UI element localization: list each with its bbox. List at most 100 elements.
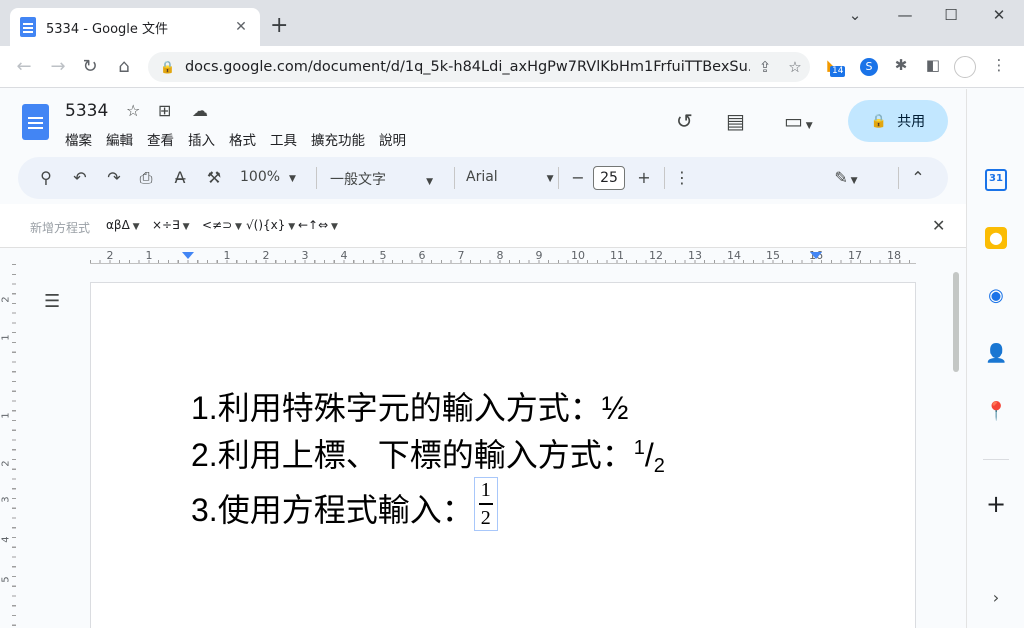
get-addons-plus-icon[interactable]: + bbox=[985, 492, 1007, 516]
arrows-menu[interactable]: ←↑⇔ ▼ bbox=[298, 218, 338, 232]
toolbar-divider bbox=[454, 167, 455, 189]
decrease-font-size-icon[interactable]: − bbox=[566, 167, 590, 189]
bookmark-star-icon[interactable]: ☆ bbox=[780, 58, 810, 76]
star-icon[interactable]: ☆ bbox=[126, 101, 140, 120]
hide-menus-chevron-icon[interactable]: ⌃ bbox=[906, 167, 930, 189]
new-tab-icon[interactable]: + bbox=[270, 14, 288, 38]
menu-extensions[interactable]: 擴充功能 bbox=[311, 129, 365, 149]
home-icon[interactable]: ⌂ bbox=[112, 55, 136, 79]
document-page[interactable]: 1.利用特殊字元的輸入方式：½ 2.利用上標、下標的輸入方式：1/2 3.使用方… bbox=[90, 282, 916, 628]
misc-operations-menu[interactable]: ×÷∃ ▼ bbox=[152, 218, 190, 232]
font-size-input[interactable]: 25 bbox=[593, 166, 625, 190]
close-equation-bar-icon[interactable]: ✕ bbox=[932, 216, 945, 235]
docs-header: 5334 ☆ ⊞ ☁ 檔案 編輯 查看 插入 格式 工具 擴充功能 說明 ↺ ▤… bbox=[0, 89, 966, 154]
tab-search-icon[interactable]: ⌄ bbox=[840, 6, 870, 24]
address-bar[interactable]: 🔒 docs.google.com/document/d/1q_5k-h84Ld… bbox=[148, 52, 810, 82]
ruler-label: 12 bbox=[649, 249, 663, 262]
line2-text: 2.利用上標、下標的輸入方式： bbox=[191, 437, 634, 473]
left-indent-marker[interactable] bbox=[182, 252, 194, 259]
menu-format[interactable]: 格式 bbox=[229, 129, 256, 149]
document-outline-icon[interactable]: ☰ bbox=[44, 291, 60, 312]
contacts-icon[interactable]: 👤 bbox=[985, 343, 1007, 365]
window-close-icon[interactable]: ✕ bbox=[984, 6, 1014, 24]
new-equation-button[interactable]: 新增方程式 bbox=[30, 219, 90, 236]
vertical-scrollbar[interactable] bbox=[950, 264, 962, 628]
keep-icon[interactable]: ● bbox=[985, 227, 1007, 249]
relations-label: <≠⊃ bbox=[202, 218, 233, 232]
zoom-select[interactable]: 100% ▼ bbox=[240, 169, 296, 185]
relations-menu[interactable]: <≠⊃ ▼ bbox=[202, 218, 242, 232]
fraction-bar bbox=[478, 503, 493, 505]
extensions-puzzle-icon[interactable]: ✱ bbox=[890, 56, 912, 74]
forward-icon[interactable]: → bbox=[46, 55, 70, 79]
calendar-icon[interactable]: 31 bbox=[985, 169, 1007, 191]
version-history-icon[interactable]: ↺ bbox=[676, 109, 693, 133]
share-page-icon[interactable]: ⇪ bbox=[750, 58, 780, 76]
operators-caret-icon: ▼ bbox=[285, 222, 296, 232]
undo-icon[interactable]: ↶ bbox=[68, 167, 92, 189]
menu-insert[interactable]: 插入 bbox=[188, 129, 215, 149]
minimize-icon[interactable]: — bbox=[890, 6, 920, 24]
print-icon[interactable]: ⎙ bbox=[134, 167, 158, 189]
cloud-saved-icon[interactable]: ☁ bbox=[192, 101, 208, 120]
maps-icon[interactable]: 📍 bbox=[985, 401, 1007, 423]
menu-tools[interactable]: 工具 bbox=[270, 129, 297, 149]
line2-slash: / bbox=[644, 437, 654, 473]
side-panel-divider bbox=[983, 459, 1009, 460]
right-indent-marker[interactable] bbox=[810, 252, 822, 259]
style-value: 一般文字 bbox=[330, 172, 386, 188]
vertical-ruler-label: 3 bbox=[0, 496, 12, 503]
style-select[interactable]: 一般文字 ▼ bbox=[330, 169, 433, 189]
browser-tab[interactable]: 5334 - Google 文件 ✕ bbox=[10, 8, 260, 46]
toolbar-divider bbox=[316, 167, 317, 189]
editing-mode-pencil-icon[interactable]: ✎ ▼ bbox=[834, 167, 858, 192]
ruler-label: 9 bbox=[535, 249, 543, 262]
font-select[interactable]: Arial ▼ bbox=[466, 169, 554, 185]
tab-close-icon[interactable]: ✕ bbox=[232, 19, 250, 35]
equation-fraction[interactable]: 12 bbox=[473, 477, 498, 531]
greek-letters-menu[interactable]: αβΔ ▼ bbox=[106, 218, 140, 232]
style-caret-icon: ▼ bbox=[426, 177, 433, 187]
scrollbar-thumb[interactable] bbox=[953, 272, 959, 372]
share-lock-icon: 🔒 bbox=[870, 113, 888, 129]
document-title[interactable]: 5334 bbox=[65, 101, 108, 121]
menu-file[interactable]: 檔案 bbox=[65, 129, 92, 149]
paint-format-icon[interactable]: ⚒ bbox=[202, 167, 226, 189]
lock-icon[interactable]: 🔒 bbox=[160, 60, 175, 74]
horizontal-ruler[interactable]: 2 1 1 2 3 4 5 6 7 8 9 10 11 12 13 14 15 … bbox=[90, 249, 916, 264]
increase-font-size-icon[interactable]: + bbox=[632, 167, 656, 189]
extension-blue-icon[interactable]: S bbox=[858, 56, 880, 76]
maximize-icon[interactable]: ☐ bbox=[936, 6, 966, 24]
math-operators-label: √(){x} bbox=[246, 218, 286, 232]
ruler-label: 7 bbox=[457, 249, 465, 262]
menu-edit[interactable]: 編輯 bbox=[106, 129, 133, 149]
misc-caret-icon: ▼ bbox=[179, 222, 190, 232]
meet-camera-icon[interactable]: ▭ ▼ bbox=[784, 109, 813, 133]
content-line-3[interactable]: 3.使用方程式輸入： 1 2 bbox=[191, 477, 498, 535]
expand-side-panel-chevron-icon[interactable]: › bbox=[985, 587, 1007, 609]
content-line-2[interactable]: 2.利用上標、下標的輸入方式：1/2 bbox=[191, 430, 665, 478]
toolbar-divider bbox=[664, 167, 665, 189]
reload-icon[interactable]: ↻ bbox=[78, 55, 102, 79]
menu-view[interactable]: 查看 bbox=[147, 129, 174, 149]
spellcheck-icon[interactable]: A̶ bbox=[168, 167, 192, 189]
profile-icon[interactable] bbox=[954, 56, 976, 82]
share-button[interactable]: 🔒 共用 bbox=[848, 100, 948, 142]
comments-icon[interactable]: ▤ bbox=[726, 109, 745, 133]
math-operators-menu[interactable]: √(){x} ▼ bbox=[246, 218, 295, 232]
ruler-label: 14 bbox=[727, 249, 741, 262]
back-icon[interactable]: ← bbox=[12, 55, 36, 79]
tasks-icon[interactable]: ◉ bbox=[985, 285, 1007, 307]
move-folder-icon[interactable]: ⊞ bbox=[158, 101, 171, 120]
menu-help[interactable]: 說明 bbox=[379, 129, 406, 149]
vertical-ruler[interactable]: 2 1 1 2 3 4 5 bbox=[0, 264, 18, 628]
url-text[interactable]: docs.google.com/document/d/1q_5k-h84Ldi_… bbox=[185, 59, 750, 75]
search-menus-icon[interactable]: ⚲ bbox=[34, 167, 58, 189]
browser-menu-icon[interactable]: ⋮ bbox=[988, 56, 1010, 74]
redo-icon[interactable]: ↷ bbox=[102, 167, 126, 189]
content-line-1[interactable]: 1.利用特殊字元的輸入方式：½ bbox=[191, 383, 628, 429]
docs-logo-icon[interactable] bbox=[22, 104, 49, 140]
side-panel-icon[interactable]: ◧ bbox=[922, 56, 944, 74]
ruler-label: 11 bbox=[610, 249, 624, 262]
more-options-icon[interactable]: ⋮ bbox=[670, 167, 694, 189]
